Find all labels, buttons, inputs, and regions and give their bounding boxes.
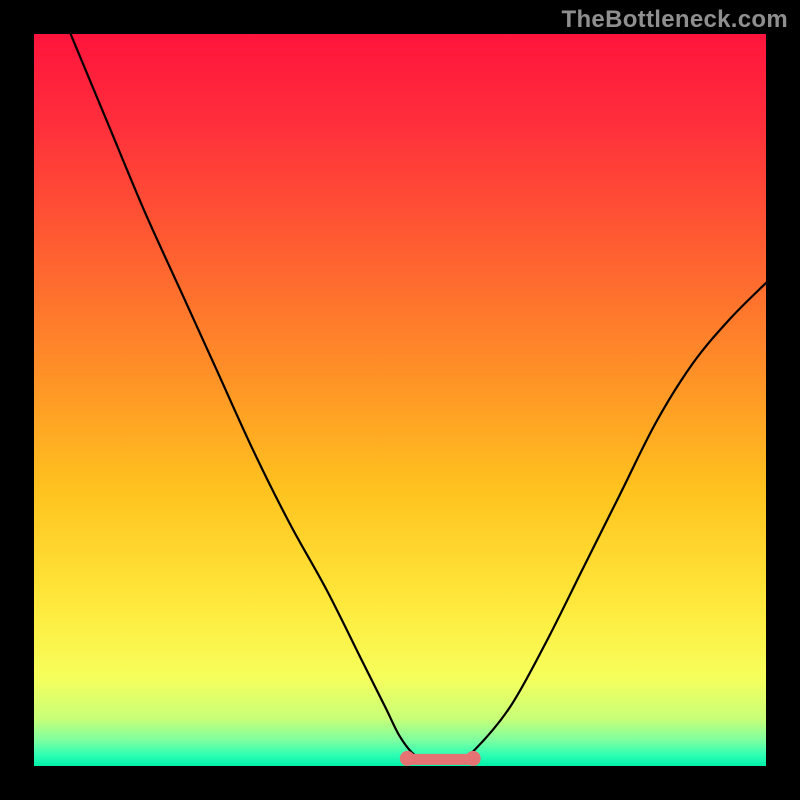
chart-plot-area [34,34,766,766]
gradient-background [34,34,766,766]
bottleneck-chart [34,34,766,766]
watermark-text: TheBottleneck.com [562,6,788,34]
chart-frame: TheBottleneck.com [0,0,800,800]
